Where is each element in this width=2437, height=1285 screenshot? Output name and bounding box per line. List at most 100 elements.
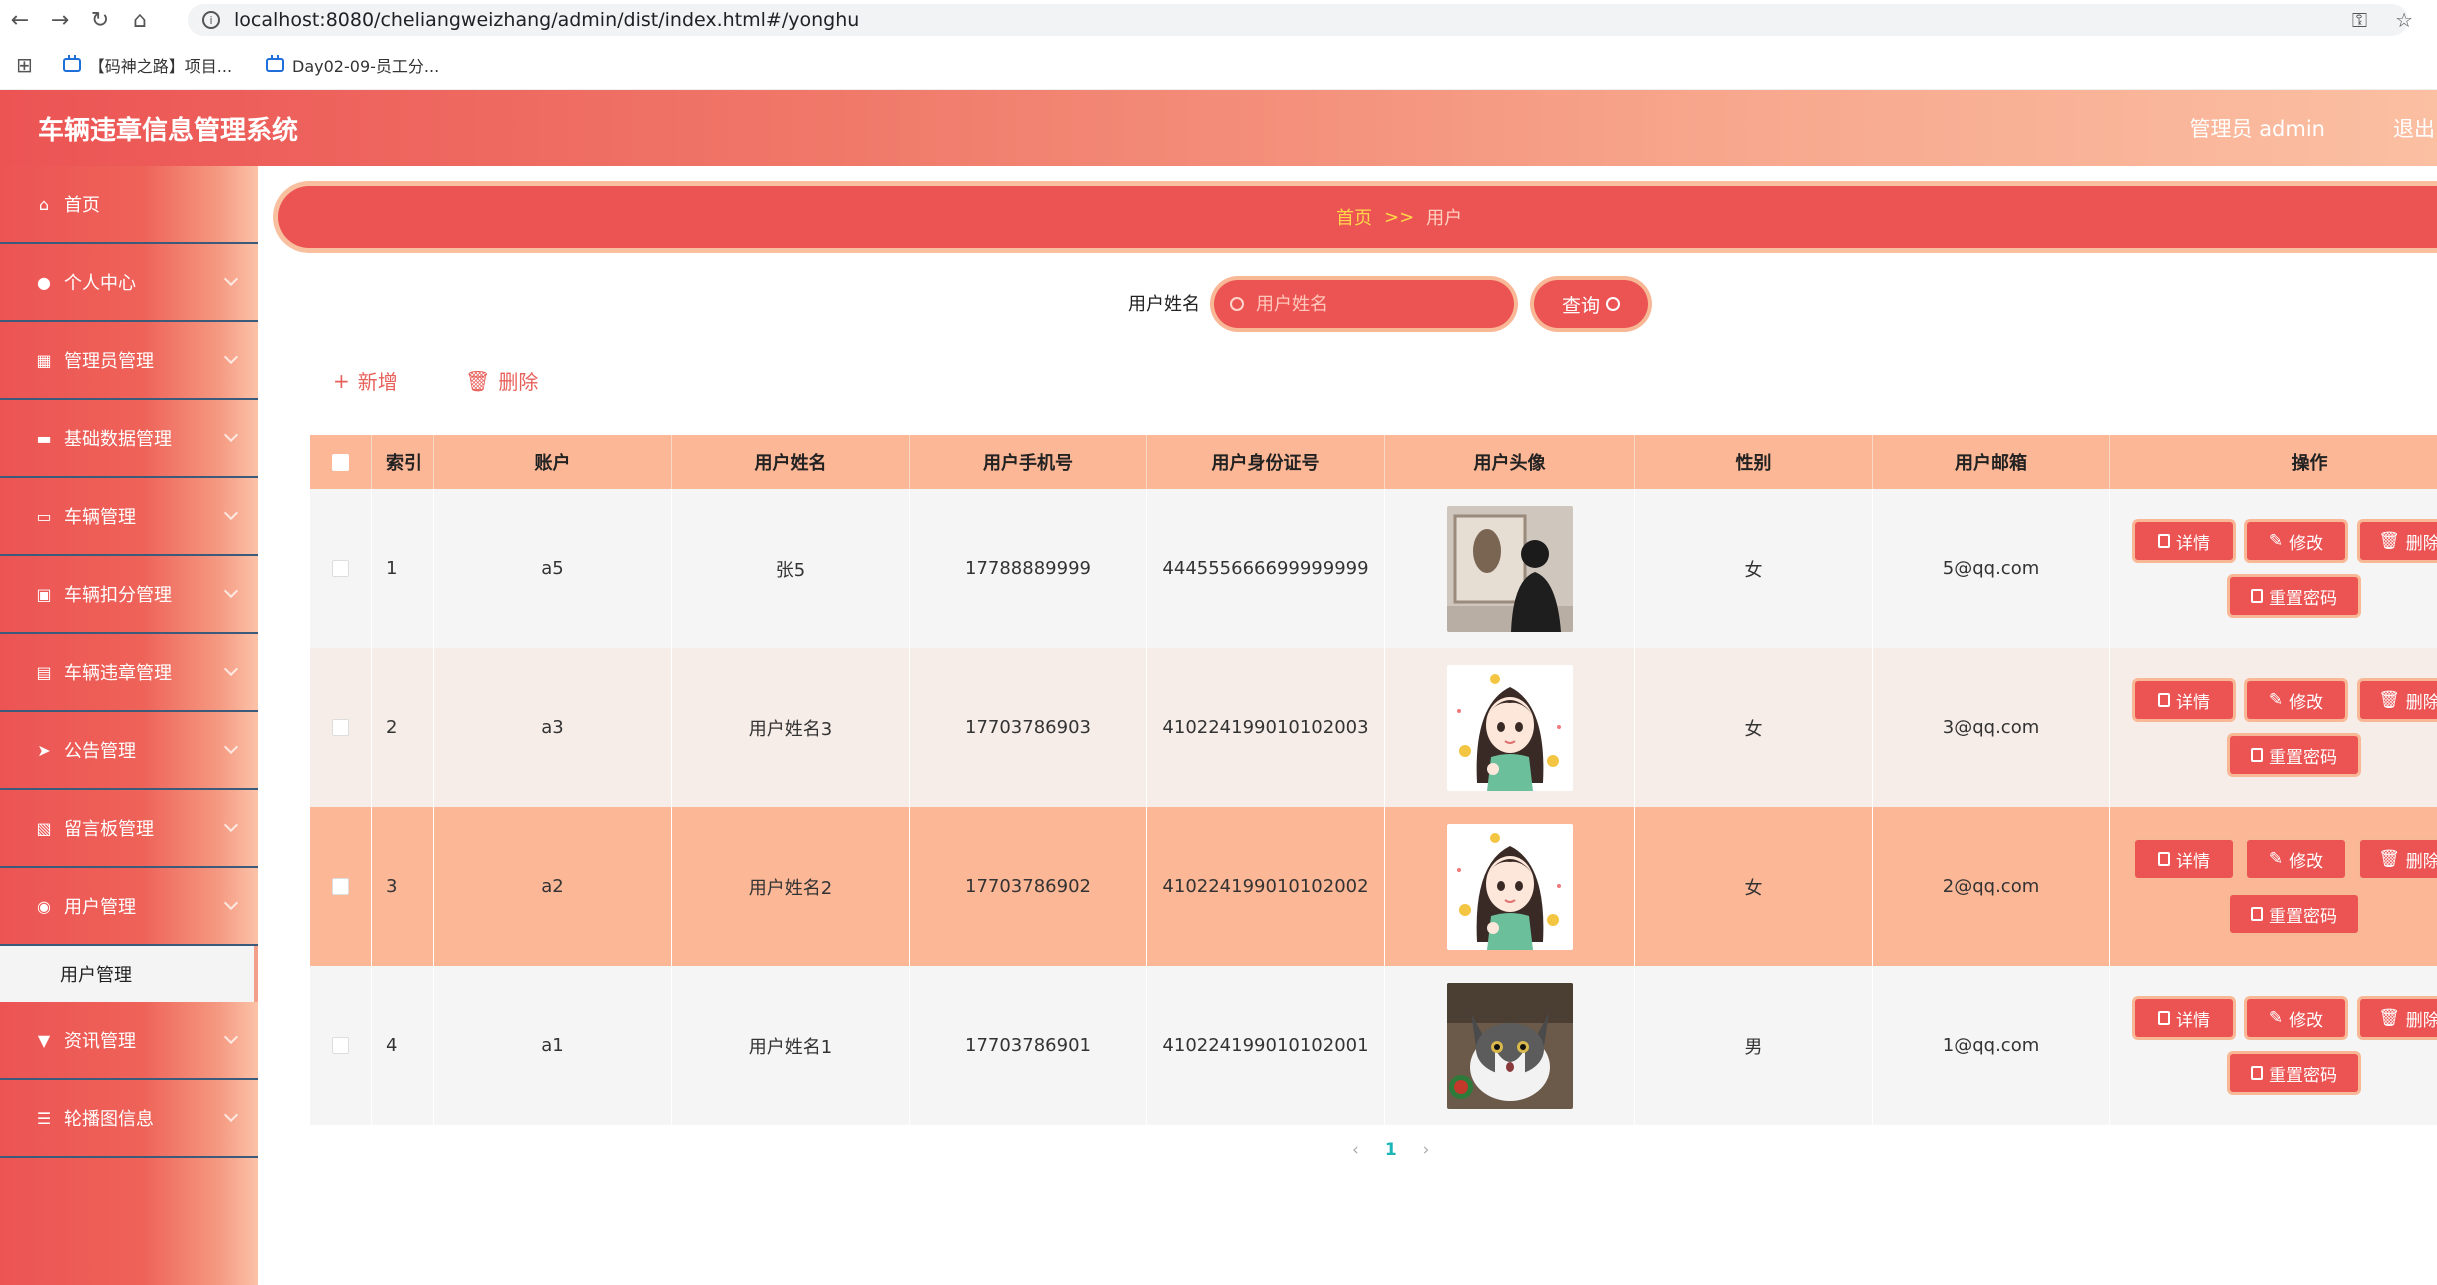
search-input[interactable]	[1256, 293, 1486, 315]
reload-icon[interactable]: ↻	[80, 0, 120, 40]
cell-idcard: 410224199010102002	[1147, 807, 1385, 966]
sidebar-item-label: 车辆违章管理	[64, 663, 172, 684]
avatar[interactable]	[1446, 505, 1573, 632]
search-button[interactable]: 查询	[1534, 280, 1648, 328]
sidebar-item[interactable]: ▬ 基础数据管理	[0, 400, 258, 478]
row-delete-button[interactable]: 🗑 删除	[2360, 999, 2437, 1037]
cell-name: 张5	[672, 489, 910, 648]
forward-icon[interactable]: →	[40, 0, 80, 40]
table-header: 索引 账户 用户姓名 用户手机号 用户身份证号 用户头像 性别 用户邮箱 操作	[310, 435, 2437, 489]
sidebar-item[interactable]: ◉ 用户管理	[0, 868, 258, 946]
cell-avatar	[1385, 966, 1635, 1125]
checkbox[interactable]	[332, 1037, 349, 1054]
bookmarks-bar: ⊞ 【码神之路】项目... Day02-09-员工分...	[0, 40, 2437, 90]
cell-ops: 详情 ✎ 修改 🗑 删除 重置密码	[2110, 807, 2437, 966]
next-page-icon[interactable]: ›	[1423, 1140, 1430, 1160]
sidebar-item[interactable]: ⌂ 首页	[0, 166, 258, 244]
logout-link[interactable]: 退出	[2393, 90, 2437, 166]
cell-account: a2	[434, 807, 672, 966]
chevron-down-icon	[223, 661, 239, 677]
star-icon[interactable]: ☆	[2395, 8, 2413, 32]
sidebar-item[interactable]: ▦ 管理员管理	[0, 322, 258, 400]
sidebar-item[interactable]: ☰ 轮播图信息	[0, 1080, 258, 1158]
edit-button[interactable]: ✎ 修改	[2247, 522, 2345, 560]
search-label: 用户姓名	[1128, 294, 1200, 315]
pencil-icon: ✎	[2268, 849, 2284, 869]
page-number[interactable]: 1	[1385, 1140, 1397, 1160]
cell-account: a5	[434, 489, 672, 648]
add-button[interactable]: + 新增	[333, 366, 398, 395]
person-icon: ◉	[37, 896, 51, 916]
header-select-all[interactable]	[310, 435, 372, 489]
avatar[interactable]	[1446, 982, 1573, 1109]
reset-password-button[interactable]: 重置密码	[2230, 736, 2358, 774]
sidebar-item-label: 基础数据管理	[64, 429, 172, 450]
sidebar-item[interactable]: ▤ 车辆违章管理	[0, 634, 258, 712]
apps-grid-icon[interactable]: ⊞	[16, 53, 33, 77]
sidebar-item[interactable]: ➤ 公告管理	[0, 712, 258, 790]
checkbox[interactable]	[332, 560, 349, 577]
avatar[interactable]	[1446, 823, 1573, 950]
delete-button[interactable]: 🗑 删除	[465, 366, 538, 395]
address-bar[interactable]: i localhost:8080/cheliangweizhang/admin/…	[188, 4, 2408, 36]
trash-icon: 🗑	[465, 368, 491, 393]
bookmark-item[interactable]: 【码神之路】项目...	[62, 53, 232, 77]
cell-email: 3@qq.com	[1873, 648, 2110, 807]
edit-button[interactable]: ✎ 修改	[2247, 840, 2345, 878]
breadcrumb: 首页 >> 用户	[278, 186, 2437, 248]
sidebar-item-label: 车辆扣分管理	[64, 585, 172, 606]
row-select[interactable]	[310, 807, 372, 966]
chevron-down-icon	[223, 739, 239, 755]
detail-button[interactable]: 详情	[2135, 840, 2233, 878]
key-icon[interactable]: ⚿	[2352, 8, 2367, 32]
search-field[interactable]	[1214, 280, 1514, 328]
breadcrumb-home[interactable]: 首页	[1336, 204, 1372, 230]
row-select[interactable]	[310, 648, 372, 807]
sidebar-item[interactable]: ▧ 留言板管理	[0, 790, 258, 868]
checkbox[interactable]	[332, 453, 349, 471]
cell-name: 用户姓名1	[672, 966, 910, 1125]
cell-idcard: 410224199010102003	[1147, 648, 1385, 807]
row-delete-button[interactable]: 🗑 删除	[2360, 522, 2437, 560]
monitor-icon: ▭	[36, 506, 52, 526]
chevron-down-icon	[223, 271, 239, 287]
reset-password-button[interactable]: 重置密码	[2230, 895, 2358, 933]
checkbox[interactable]	[332, 878, 349, 895]
checkbox[interactable]	[332, 719, 349, 736]
trash-icon: 🗑	[2378, 849, 2400, 869]
detail-button[interactable]: 详情	[2135, 681, 2233, 719]
back-icon[interactable]: ←	[0, 0, 40, 40]
prev-page-icon[interactable]: ‹	[1352, 1140, 1359, 1160]
trash-icon: 🗑	[2378, 690, 2400, 710]
site-info-icon[interactable]: i	[202, 11, 220, 29]
table-row: 3 a2 用户姓名2 17703786902 410224199010102002 女 2@…	[310, 807, 2437, 966]
edit-button[interactable]: ✎ 修改	[2247, 999, 2345, 1037]
sidebar-subitem-user-management[interactable]: 用户管理	[0, 946, 258, 1002]
bookmark-item[interactable]: Day02-09-员工分...	[266, 53, 439, 77]
cell-avatar	[1385, 489, 1635, 648]
detail-button[interactable]: 详情	[2135, 522, 2233, 560]
search-icon	[1230, 297, 1244, 311]
bilibili-icon	[266, 54, 285, 72]
cell-index: 3	[372, 807, 434, 966]
sidebar-item[interactable]: ● 个人中心	[0, 244, 258, 322]
pencil-icon: ✎	[2268, 531, 2284, 551]
sidebar-item-label: 公告管理	[64, 741, 136, 762]
edit-button[interactable]: ✎ 修改	[2247, 681, 2345, 719]
sidebar-item[interactable]: ▼ 资讯管理	[0, 1002, 258, 1080]
trash-icon: 🗑	[2378, 531, 2400, 551]
avatar[interactable]	[1446, 664, 1573, 791]
app-title: 车辆违章信息管理系统	[38, 115, 299, 146]
row-delete-button[interactable]: 🗑 删除	[2360, 681, 2437, 719]
reset-password-button[interactable]: 重置密码	[2230, 577, 2358, 615]
row-select[interactable]	[310, 966, 372, 1125]
chat-icon: ▣	[36, 584, 52, 604]
sidebar-item[interactable]: ▭ 车辆管理	[0, 478, 258, 556]
row-select[interactable]	[310, 489, 372, 648]
row-delete-button[interactable]: 🗑 删除	[2360, 840, 2437, 878]
home-browser-icon[interactable]: ⌂	[120, 0, 160, 40]
header-cell: 操作	[2110, 435, 2437, 489]
sidebar-item[interactable]: ▣ 车辆扣分管理	[0, 556, 258, 634]
detail-button[interactable]: 详情	[2135, 999, 2233, 1037]
reset-password-button[interactable]: 重置密码	[2230, 1054, 2358, 1092]
